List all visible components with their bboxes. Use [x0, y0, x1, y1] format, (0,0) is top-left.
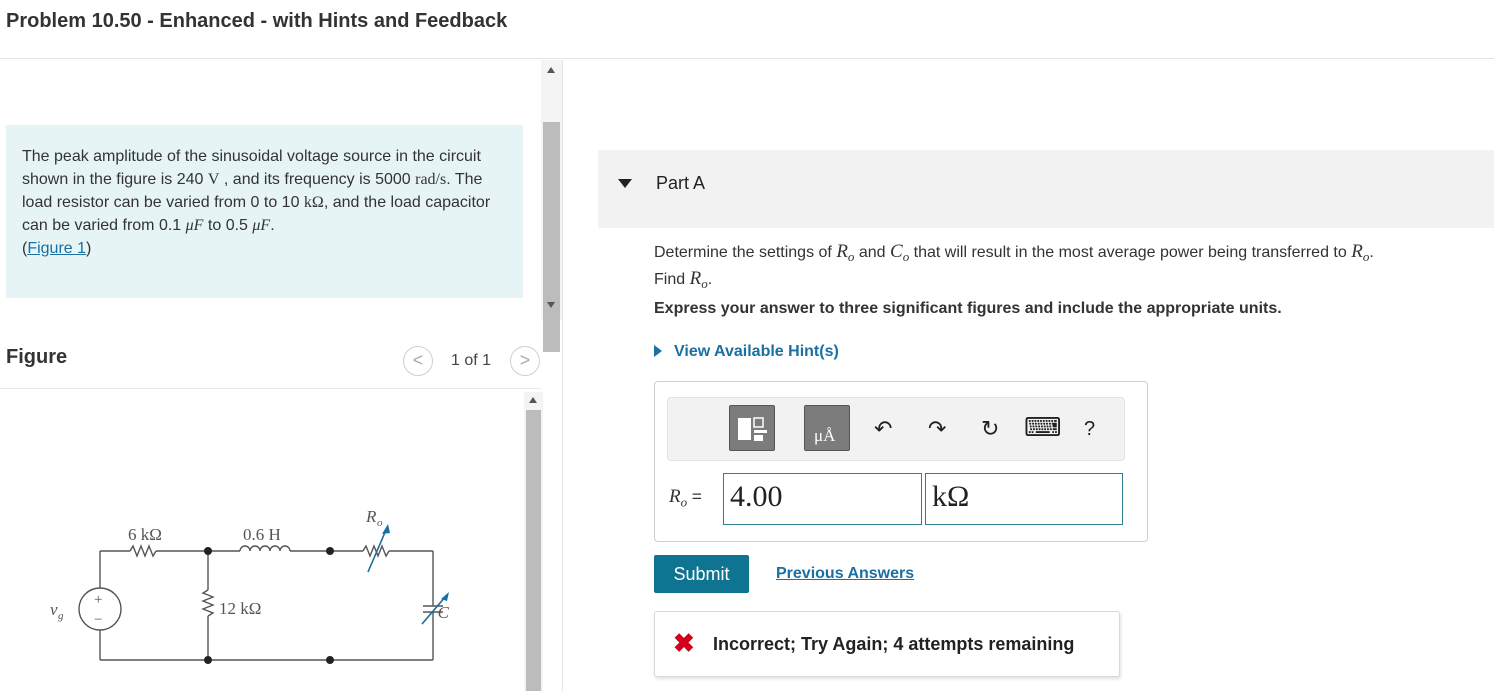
figure-divider [0, 388, 541, 389]
figure-prev-button[interactable]: < [403, 346, 433, 376]
source-minus: − [94, 612, 102, 628]
problem-text-6: . [270, 217, 275, 234]
figure-link[interactable]: Figure 1 [27, 240, 86, 257]
page-title: Problem 10.50 - Enhanced - with Hints an… [6, 10, 508, 32]
label-r2: 12 kΩ [219, 599, 261, 618]
unit-rad-per-s: rad/s [415, 171, 447, 188]
q-ro-2: R [1351, 241, 1363, 262]
templates-icon[interactable] [729, 405, 775, 451]
part-a-header[interactable]: Part A [598, 150, 1494, 228]
node-dot [204, 547, 212, 555]
question-text-6: . [707, 271, 713, 289]
incorrect-icon: ✖ [673, 628, 695, 658]
problem-text-2: , and its frequency is 5000 [219, 171, 416, 188]
collapse-caret-icon[interactable] [618, 179, 632, 188]
node-dot [204, 656, 212, 664]
units-input[interactable]: kΩ [925, 473, 1123, 525]
node-dot [326, 656, 334, 664]
label-l1: 0.6 H [243, 525, 281, 544]
feedback-box: ✖ Incorrect; Try Again; 4 attempts remai… [654, 611, 1120, 677]
question-text-4: . [1369, 244, 1374, 261]
label-vg: v [50, 600, 58, 619]
question-text-3: that will result in the most average pow… [909, 244, 1352, 261]
part-label: Part A [656, 173, 706, 193]
submit-button[interactable]: Submit [654, 555, 749, 593]
q-ro: R [836, 241, 848, 262]
label-ro: R [365, 507, 377, 526]
answer-eq: = [687, 487, 702, 506]
figure-next-button[interactable]: > [510, 346, 540, 376]
problem-scrollbar[interactable] [541, 60, 562, 352]
templates-icon-glyph [738, 417, 767, 441]
label-co: C [438, 603, 450, 622]
redo-icon[interactable]: ↷ [928, 417, 946, 441]
value-input[interactable]: 4.00 [723, 473, 922, 525]
figure-link-close: ) [86, 240, 92, 257]
keyboard-icon[interactable]: ⌨ [1024, 414, 1062, 440]
figure-label: Figure [6, 346, 68, 368]
answer-panel: μÅ ↶ ↷ ↻ ⌨ ? Ro = 4.00 kΩ [654, 381, 1148, 542]
question-text: Determine the settings of Ro and Co that… [654, 241, 1484, 295]
q-co: C [890, 241, 903, 262]
undo-icon[interactable]: ↶ [874, 417, 892, 441]
answer-variable-label: Ro = [669, 486, 702, 510]
question-text-2: and [854, 244, 891, 261]
title-divider [0, 58, 1494, 59]
help-icon[interactable]: ? [1084, 417, 1095, 441]
units-glyph: μÅ [814, 426, 836, 445]
unit-volts: V [207, 171, 220, 188]
expand-caret-icon [654, 345, 662, 357]
view-hints-link[interactable]: View Available Hint(s) [654, 343, 839, 361]
figure-scroll-up-icon[interactable] [529, 397, 537, 403]
answer-var: R [669, 486, 681, 507]
unit-kohm: kΩ [303, 194, 324, 211]
circuit-diagram: 6 kΩ 0.6 H 12 kΩ R o C v g + − [50, 507, 450, 664]
label-vg-sub: g [58, 610, 64, 622]
answer-instruction: Express your answer to three significant… [654, 300, 1282, 317]
reset-icon[interactable]: ↻ [981, 417, 999, 441]
figure-pager: 1 of 1 [451, 352, 492, 369]
hint-label: View Available Hint(s) [674, 343, 839, 360]
scrollbar-thumb[interactable] [543, 122, 560, 352]
question-text-1: Determine the settings of [654, 244, 837, 261]
label-r1: 6 kΩ [128, 525, 162, 544]
question-text-5: Find [654, 271, 690, 289]
scroll-up-arrow-icon[interactable] [547, 67, 555, 73]
figure-scrollbar-thumb[interactable] [526, 410, 541, 691]
scroll-down-arrow-icon[interactable] [547, 302, 555, 308]
units-icon[interactable]: μÅ [804, 405, 850, 451]
previous-answers-link[interactable]: Previous Answers [776, 565, 914, 583]
q-ro-3: R [689, 268, 702, 290]
problem-text-5: to 0.5 [203, 217, 253, 234]
equation-toolbar: μÅ ↶ ↷ ↻ ⌨ ? [667, 397, 1125, 461]
label-ro-sub: o [377, 517, 383, 529]
source-plus: + [94, 592, 102, 608]
figure-scrollbar[interactable] [524, 392, 543, 691]
pane-divider [562, 60, 563, 691]
unit-uf-2: μF [252, 217, 271, 234]
problem-statement: The peak amplitude of the sinusoidal vol… [6, 125, 523, 298]
feedback-message: Incorrect; Try Again; 4 attempts remaini… [713, 634, 1075, 654]
node-dot [326, 547, 334, 555]
unit-uf-1: μF [185, 217, 204, 234]
